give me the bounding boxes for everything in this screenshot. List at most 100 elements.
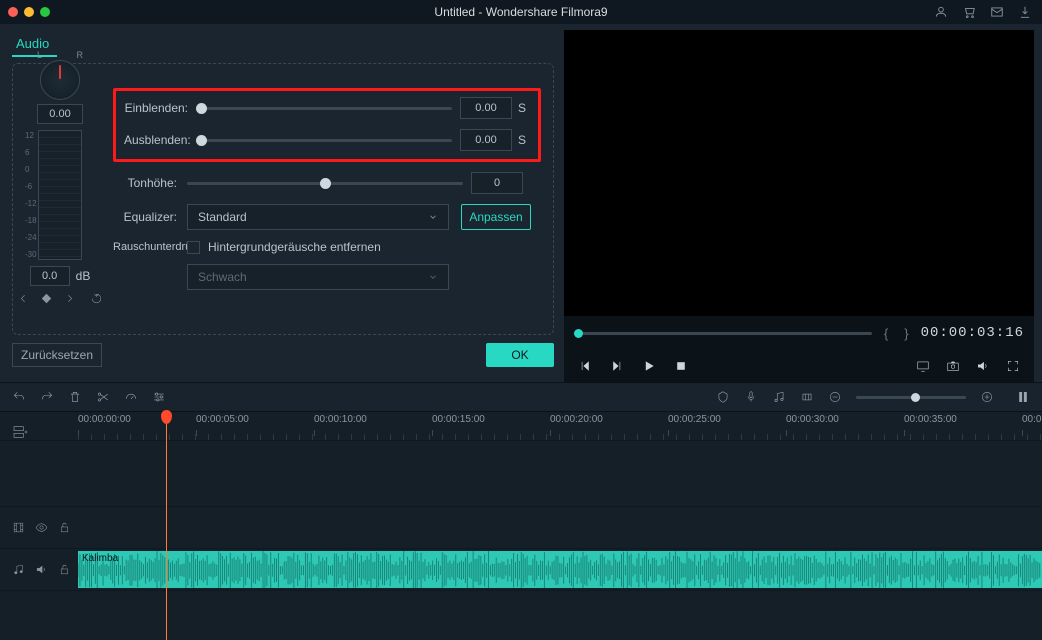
seconds-unit: S [518,133,530,147]
pan-knob[interactable] [40,60,80,100]
record-voiceover-icon[interactable] [744,390,758,404]
music-note-icon [12,563,25,576]
fade-highlight: Einblenden: 0.00 S Ausblenden: 0.00 S [113,88,541,162]
ruler-tick: 00:00:15:00 [432,414,485,425]
prev-frame-icon[interactable] [578,359,592,373]
redo-icon[interactable] [40,390,54,404]
zoom-fit-icon[interactable] [1016,390,1030,404]
next-keyframe-icon[interactable] [63,292,76,305]
audio-parameters: Einblenden: 0.00 S Ausblenden: 0.00 S To… [97,74,541,324]
seconds-unit: S [518,101,530,115]
pitch-label: Tonhöhe: [113,176,187,190]
pan-value[interactable]: 0.00 [37,104,83,124]
fullscreen-icon[interactable] [1006,359,1020,373]
volume-icon[interactable] [976,359,990,373]
fade-out-value[interactable]: 0.00 [460,129,512,151]
equalizer-select[interactable]: Standard [187,204,449,230]
denoise-label: Rauschunterdrückt [113,241,187,253]
fade-out-label: Ausblenden: [124,133,198,147]
audio-clip[interactable]: Kalimba [78,551,1042,588]
timeline: 00:00:00:00 00:00:05:00 00:00:10:00 00:00:1… [0,412,1042,640]
ok-button[interactable]: OK [486,343,554,367]
prev-keyframe-icon[interactable] [17,292,30,305]
time-ruler[interactable]: 00:00:00:00 00:00:05:00 00:00:10:00 00:00:1… [78,412,1042,440]
ruler-tick: 00:00:40:00 [1022,414,1042,425]
manage-tracks-icon[interactable] [12,424,28,440]
adjust-button[interactable]: Anpassen [461,204,531,230]
ruler-tick: 00:00:30:00 [786,414,839,425]
audio-controls-box: L R 0.00 12 6 0 -6 -12 -18 -24 -30 [12,63,554,335]
pan-left-label: L [37,50,42,60]
account-icon[interactable] [934,5,948,19]
mail-icon[interactable] [990,5,1004,19]
stop-icon[interactable] [674,359,688,373]
maximize-window-icon[interactable] [40,7,50,17]
delete-icon[interactable] [68,390,82,404]
chevron-down-icon [428,272,438,282]
close-window-icon[interactable] [8,7,18,17]
fade-in-label: Einblenden: [124,101,198,115]
audio-mixer-icon[interactable] [772,390,786,404]
fade-in-slider[interactable] [198,107,452,110]
denoise-checkbox[interactable] [187,241,200,254]
preview-panel: { } 00:00:03:16 [564,30,1034,382]
audio-inspector-panel: Audio L R 0.00 12 6 0 -6 -12 -18 [0,24,564,382]
header-actions [934,5,1032,19]
film-icon [12,521,25,534]
speaker-icon[interactable] [35,563,48,576]
chevron-down-icon [428,212,438,222]
lock-icon[interactable] [58,563,71,576]
keyframe-icon[interactable] [40,292,53,305]
minimize-window-icon[interactable] [24,7,34,17]
ruler-tick: 00:00:35:00 [904,414,957,425]
mark-out-icon[interactable]: } [904,326,908,341]
fade-out-slider[interactable] [198,139,452,142]
reset-button[interactable]: Zurücksetzen [12,343,102,367]
pan-right-label: R [77,50,84,60]
crop-icon[interactable] [800,390,814,404]
marker-icon[interactable] [716,390,730,404]
pitch-slider[interactable] [187,182,463,185]
pitch-value[interactable]: 0 [471,172,523,194]
window-title: Untitled - Wondershare Filmora9 [434,5,607,19]
zoom-slider[interactable] [856,396,966,399]
vu-meter: 12 6 0 -6 -12 -18 -24 -30 [38,130,82,260]
gain-value[interactable]: 0.0 [30,266,70,286]
clip-name: Kalimba [82,553,118,564]
audio-track: Kalimba [0,548,1042,590]
settings-icon[interactable] [152,390,166,404]
timecode: 00:00:03:16 [921,325,1024,341]
window-controls [8,7,50,17]
speed-icon[interactable] [124,390,138,404]
denoise-checkbox-label: Hintergrundgeräusche entfernen [208,240,381,254]
ruler-tick: 00:00:05:00 [196,414,249,425]
mark-in-icon[interactable]: { [884,326,888,341]
video-track [0,506,1042,548]
timeline-toolbar [0,382,1042,412]
ruler-tick: 00:00:20:00 [550,414,603,425]
next-frame-icon[interactable] [610,359,624,373]
download-icon[interactable] [1018,5,1032,19]
waveform [78,551,1042,588]
denoise-strength-select: Schwach [187,264,449,290]
snapshot-icon[interactable] [946,359,960,373]
ruler-tick: 00:00:00:00 [78,414,131,425]
video-preview[interactable] [564,30,1034,316]
playhead[interactable] [166,412,167,640]
fade-in-value[interactable]: 0.00 [460,97,512,119]
equalizer-label: Equalizer: [113,210,187,224]
titlebar: Untitled - Wondershare Filmora9 [0,0,1042,24]
split-icon[interactable] [96,390,110,404]
play-icon[interactable] [642,359,656,373]
zoom-in-icon[interactable] [980,390,994,404]
eye-icon[interactable] [35,521,48,534]
cart-icon[interactable] [962,5,976,19]
progress-slider[interactable] [574,332,872,335]
pan-meter-column: L R 0.00 12 6 0 -6 -12 -18 -24 -30 [23,74,97,324]
lock-icon[interactable] [58,521,71,534]
ruler-tick: 00:00:10:00 [314,414,367,425]
ruler-tick: 00:00:25:00 [668,414,721,425]
zoom-out-icon[interactable] [828,390,842,404]
display-icon[interactable] [916,359,930,373]
undo-icon[interactable] [12,390,26,404]
